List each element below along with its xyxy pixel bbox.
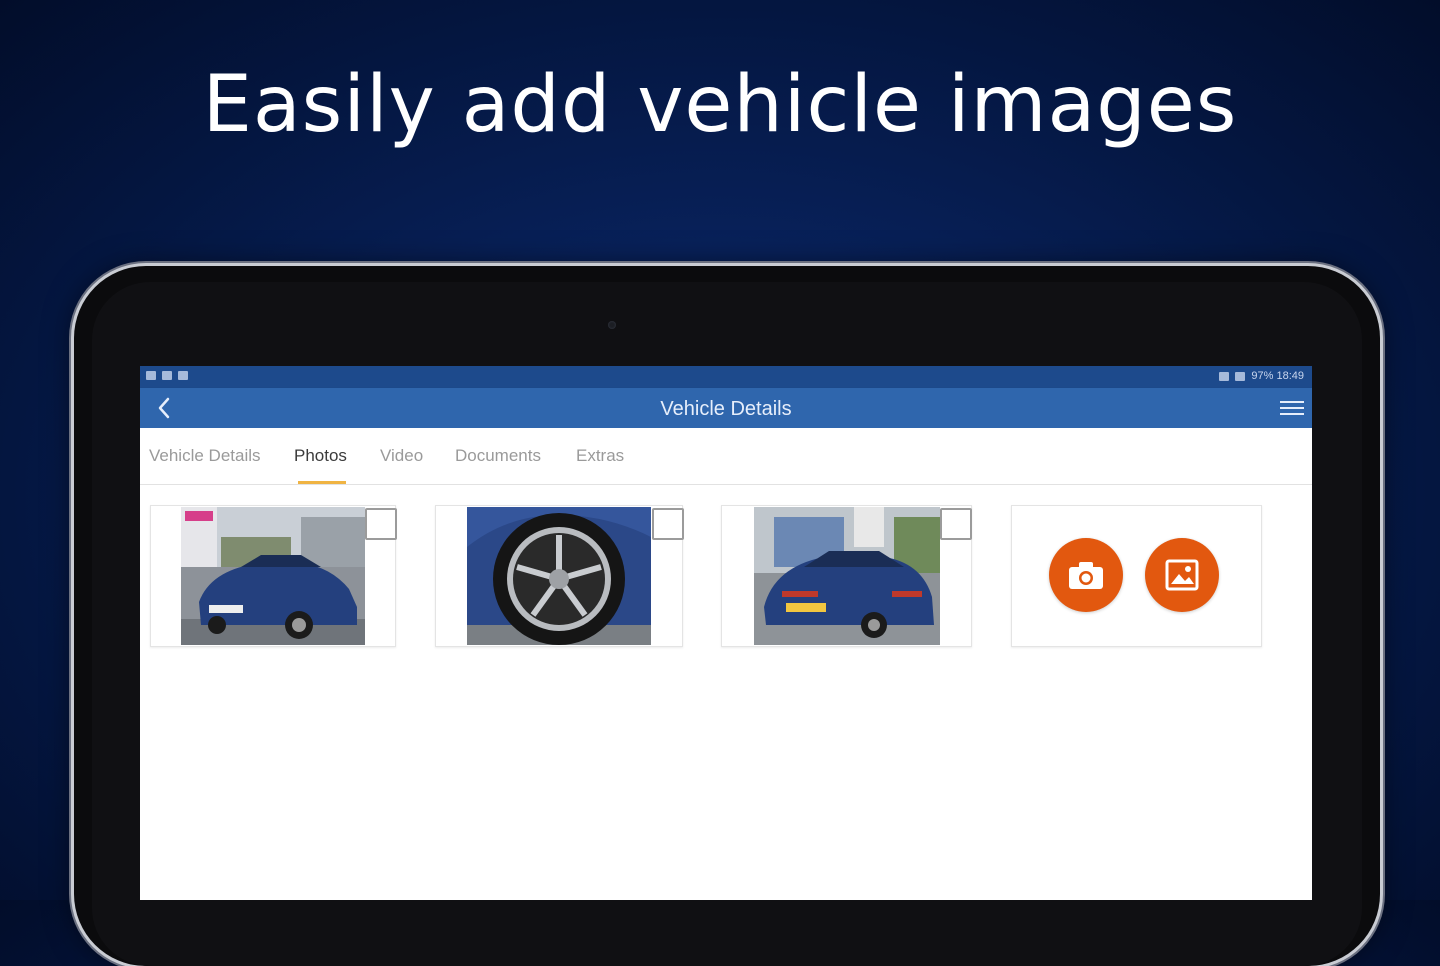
camera-icon (1069, 562, 1103, 589)
photo-card[interactable] (435, 505, 684, 647)
photo-card[interactable] (150, 505, 397, 647)
active-tab-indicator (298, 481, 346, 484)
hamburger-menu-icon (1280, 401, 1304, 403)
menu-button[interactable] (1278, 394, 1306, 422)
mute-icon (1219, 371, 1230, 381)
page-title: Vehicle Details (660, 398, 792, 420)
add-photo-card (1011, 505, 1262, 647)
app-bar: Vehicle Details (140, 388, 1312, 428)
photo-card[interactable] (721, 505, 972, 647)
status-text: 97% 18:49 (1251, 370, 1304, 382)
tab-bar: Vehicle Details Photos Video Documents E… (140, 428, 1312, 485)
tablet-camera (608, 321, 616, 329)
photo-select-checkbox[interactable] (940, 508, 972, 540)
headline: Easily add vehicle images (202, 60, 1238, 150)
key-icon (162, 371, 172, 380)
signal-icon (1235, 371, 1246, 381)
car-wheel-photo[interactable] (467, 507, 651, 645)
image-gallery-icon (1165, 559, 1199, 591)
status-icons-right: 97% 18:49 (1219, 370, 1304, 382)
choose-from-gallery-button[interactable] (1145, 538, 1219, 612)
tab-extras[interactable]: Extras (576, 446, 624, 466)
tab-photos[interactable]: Photos (294, 446, 347, 466)
car-rear-photo[interactable] (754, 507, 940, 645)
take-photo-button[interactable] (1049, 538, 1123, 612)
status-icons-left (146, 371, 188, 380)
status-bar: 97% 18:49 (140, 366, 1312, 388)
tab-vehicle-details[interactable]: Vehicle Details (149, 446, 261, 466)
notification-icon (146, 371, 156, 380)
tab-documents[interactable]: Documents (455, 446, 541, 466)
tab-video[interactable]: Video (380, 446, 423, 466)
message-icon (178, 371, 188, 380)
photo-select-checkbox[interactable] (365, 508, 397, 540)
tablet-screen: 97% 18:49 Vehicle Details Vehicle Detail… (140, 366, 1312, 900)
photo-select-checkbox[interactable] (652, 508, 684, 540)
car-front-photo[interactable] (181, 507, 365, 645)
